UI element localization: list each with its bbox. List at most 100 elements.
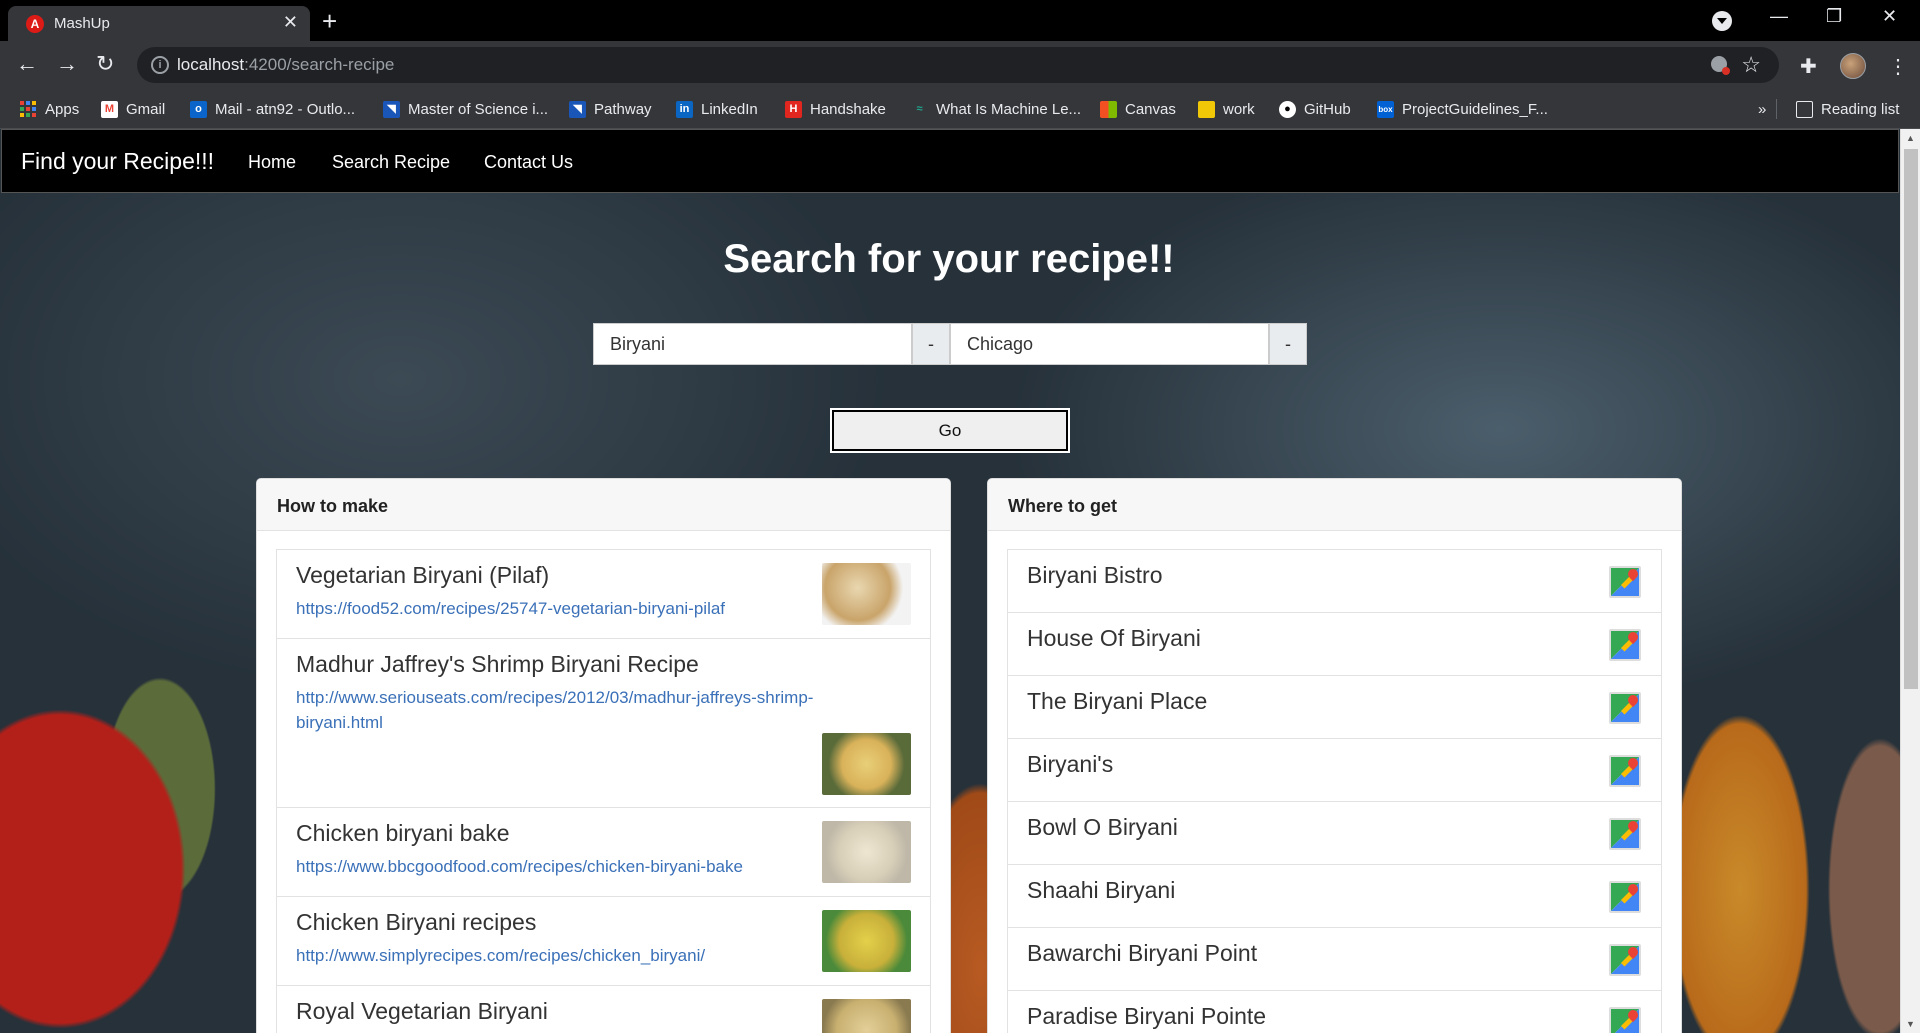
recipe-link[interactable]: https://www.bbcgoodfood.com/recipes/chic… xyxy=(296,854,836,879)
recipe-title: Chicken Biryani recipes xyxy=(296,909,537,935)
google-maps-icon[interactable] xyxy=(1609,755,1641,787)
recipe-item: Royal Vegetarian Biryani xyxy=(276,985,931,1033)
bookmark-work[interactable]: work xyxy=(1198,97,1255,121)
how-to-make-panel: How to make Vegetarian Biryani (Pilaf) h… xyxy=(256,478,951,1033)
location-input-addon: - xyxy=(1269,323,1307,365)
bookmark-apps[interactable]: Apps xyxy=(20,97,79,121)
close-window-icon[interactable]: ✕ xyxy=(1882,6,1897,27)
recipe-title: Madhur Jaffrey's Shrimp Biryani Recipe xyxy=(296,651,699,677)
linkedin-icon: in xyxy=(676,100,693,118)
scroll-down-icon[interactable]: ▼ xyxy=(1906,1019,1915,1029)
bookmark-project-guidelines[interactable]: box ProjectGuidelines_F... xyxy=(1377,97,1548,121)
recipe-input-addon: - xyxy=(912,323,950,365)
close-tab-icon[interactable]: ✕ xyxy=(283,12,298,33)
reading-list[interactable]: Reading list xyxy=(1796,97,1899,121)
recipe-title: Vegetarian Biryani (Pilaf) xyxy=(296,562,550,588)
tab-search-icon[interactable] xyxy=(1712,11,1732,31)
nav-home[interactable]: Home xyxy=(248,152,296,173)
place-item: Bowl O Biryani xyxy=(1007,801,1662,865)
browser-tab[interactable]: A MashUp ✕ xyxy=(8,6,310,41)
recipe-input[interactable] xyxy=(593,323,912,365)
site-info-icon[interactable]: i xyxy=(151,56,169,74)
back-icon[interactable]: ← xyxy=(16,51,38,77)
url-text: localhost:4200/search-recipe xyxy=(177,55,395,74)
handshake-icon: H xyxy=(785,100,802,118)
recipe-link[interactable]: https://food52.com/recipes/25747-vegetar… xyxy=(296,596,836,621)
place-item: Biryani's xyxy=(1007,738,1662,802)
nav-contact-us[interactable]: Contact Us xyxy=(484,152,573,173)
blocked-cookies-icon[interactable] xyxy=(1711,56,1730,75)
bookmark-master-of-science[interactable]: ◥ Master of Science i... xyxy=(383,97,548,121)
recipe-item: Vegetarian Biryani (Pilaf) https://food5… xyxy=(276,549,931,639)
google-maps-icon[interactable] xyxy=(1609,881,1641,913)
site-brand[interactable]: Find your Recipe!!! xyxy=(21,148,214,175)
place-item: The Biryani Place xyxy=(1007,675,1662,739)
recipe-thumbnail xyxy=(822,910,911,972)
address-bar[interactable]: i localhost:4200/search-recipe ☆ xyxy=(137,47,1779,83)
place-name: Biryani's xyxy=(1027,751,1114,777)
location-input[interactable] xyxy=(950,323,1269,365)
google-maps-icon[interactable] xyxy=(1609,818,1641,850)
box-icon: box xyxy=(1377,100,1394,118)
menu-icon[interactable]: ⋮ xyxy=(1888,54,1908,79)
google-maps-icon[interactable] xyxy=(1609,1007,1641,1033)
bookmark-outlook[interactable]: o Mail - atn92 - Outlo... xyxy=(190,97,355,121)
recipe-link[interactable]: http://www.seriouseats.com/recipes/2012/… xyxy=(296,685,836,735)
recipe-title: Chicken biryani bake xyxy=(296,820,510,846)
nav-search-recipe[interactable]: Search Recipe xyxy=(332,152,450,173)
google-maps-icon[interactable] xyxy=(1609,944,1641,976)
bookmark-star-icon[interactable]: ☆ xyxy=(1741,52,1761,78)
place-list: Biryani Bistro House Of Biryani The Biry… xyxy=(1007,549,1662,1033)
place-item: Biryani Bistro xyxy=(1007,549,1662,613)
place-item: Bawarchi Biryani Point xyxy=(1007,927,1662,991)
google-maps-icon[interactable] xyxy=(1609,692,1641,724)
reload-icon[interactable]: ↻ xyxy=(96,51,114,77)
apps-grid-icon xyxy=(20,100,37,118)
bookmarks-overflow-icon[interactable]: » xyxy=(1758,97,1766,121)
place-item: House Of Biryani xyxy=(1007,612,1662,676)
bookmark-canvas[interactable]: Canvas xyxy=(1100,97,1176,121)
recipe-list: Vegetarian Biryani (Pilaf) https://food5… xyxy=(276,549,931,1033)
place-name: Shaahi Biryani xyxy=(1027,877,1176,903)
forward-icon[interactable]: → xyxy=(56,51,78,77)
minimize-icon[interactable]: — xyxy=(1770,6,1788,27)
recipe-thumbnail xyxy=(822,821,911,883)
site-navbar: Find your Recipe!!! Home Search Recipe C… xyxy=(1,129,1899,193)
bookmark-github[interactable]: ● GitHub xyxy=(1279,97,1351,121)
ml-icon: ≈ xyxy=(916,102,923,115)
place-name: Paradise Biryani Pointe xyxy=(1027,1003,1267,1029)
outlook-icon: o xyxy=(190,100,207,118)
gmail-icon: M xyxy=(101,100,118,118)
where-to-get-panel: Where to get Biryani Bistro House Of Bir… xyxy=(987,478,1682,1033)
extensions-icon[interactable]: ✚ xyxy=(1800,54,1817,79)
place-name: House Of Biryani xyxy=(1027,625,1201,651)
place-name: Bowl O Biryani xyxy=(1027,814,1178,840)
recipe-thumbnail xyxy=(822,999,911,1033)
browser-tabstrip: A MashUp ✕ + — ❐ ✕ xyxy=(0,0,1920,41)
new-tab-icon[interactable]: + xyxy=(322,6,337,37)
where-to-get-title: Where to get xyxy=(988,479,1681,531)
bookmarks-divider xyxy=(1776,99,1777,119)
bookmark-gmail[interactable]: M Gmail xyxy=(101,97,165,121)
recipe-title: Royal Vegetarian Biryani xyxy=(296,998,548,1024)
folder-icon xyxy=(1198,100,1215,118)
recipe-thumbnail xyxy=(822,563,911,625)
bookmark-pathway[interactable]: ◥ Pathway xyxy=(569,97,652,121)
place-name: The Biryani Place xyxy=(1027,688,1208,714)
scrollbar-thumb[interactable] xyxy=(1904,149,1918,689)
bookmark-machine-learning[interactable]: ≈ What Is Machine Le... xyxy=(911,97,1081,121)
google-maps-icon[interactable] xyxy=(1609,566,1641,598)
profile-avatar[interactable] xyxy=(1840,53,1866,79)
how-to-make-title: How to make xyxy=(257,479,950,531)
google-maps-icon[interactable] xyxy=(1609,629,1641,661)
search-heading: Search for your recipe!! xyxy=(723,237,1175,281)
scroll-up-icon[interactable]: ▲ xyxy=(1906,133,1915,143)
bookmark-handshake[interactable]: H Handshake xyxy=(785,97,886,121)
recipe-link[interactable]: http://www.simplyrecipes.com/recipes/chi… xyxy=(296,943,836,968)
page-scrollbar[interactable]: ▲ ▼ xyxy=(1900,129,1920,1033)
recipe-item: Chicken Biryani recipes http://www.simpl… xyxy=(276,896,931,986)
go-button[interactable]: Go xyxy=(832,410,1068,451)
restore-icon[interactable]: ❐ xyxy=(1826,6,1842,27)
reading-list-icon xyxy=(1796,100,1813,118)
bookmark-linkedin[interactable]: in LinkedIn xyxy=(676,97,758,121)
